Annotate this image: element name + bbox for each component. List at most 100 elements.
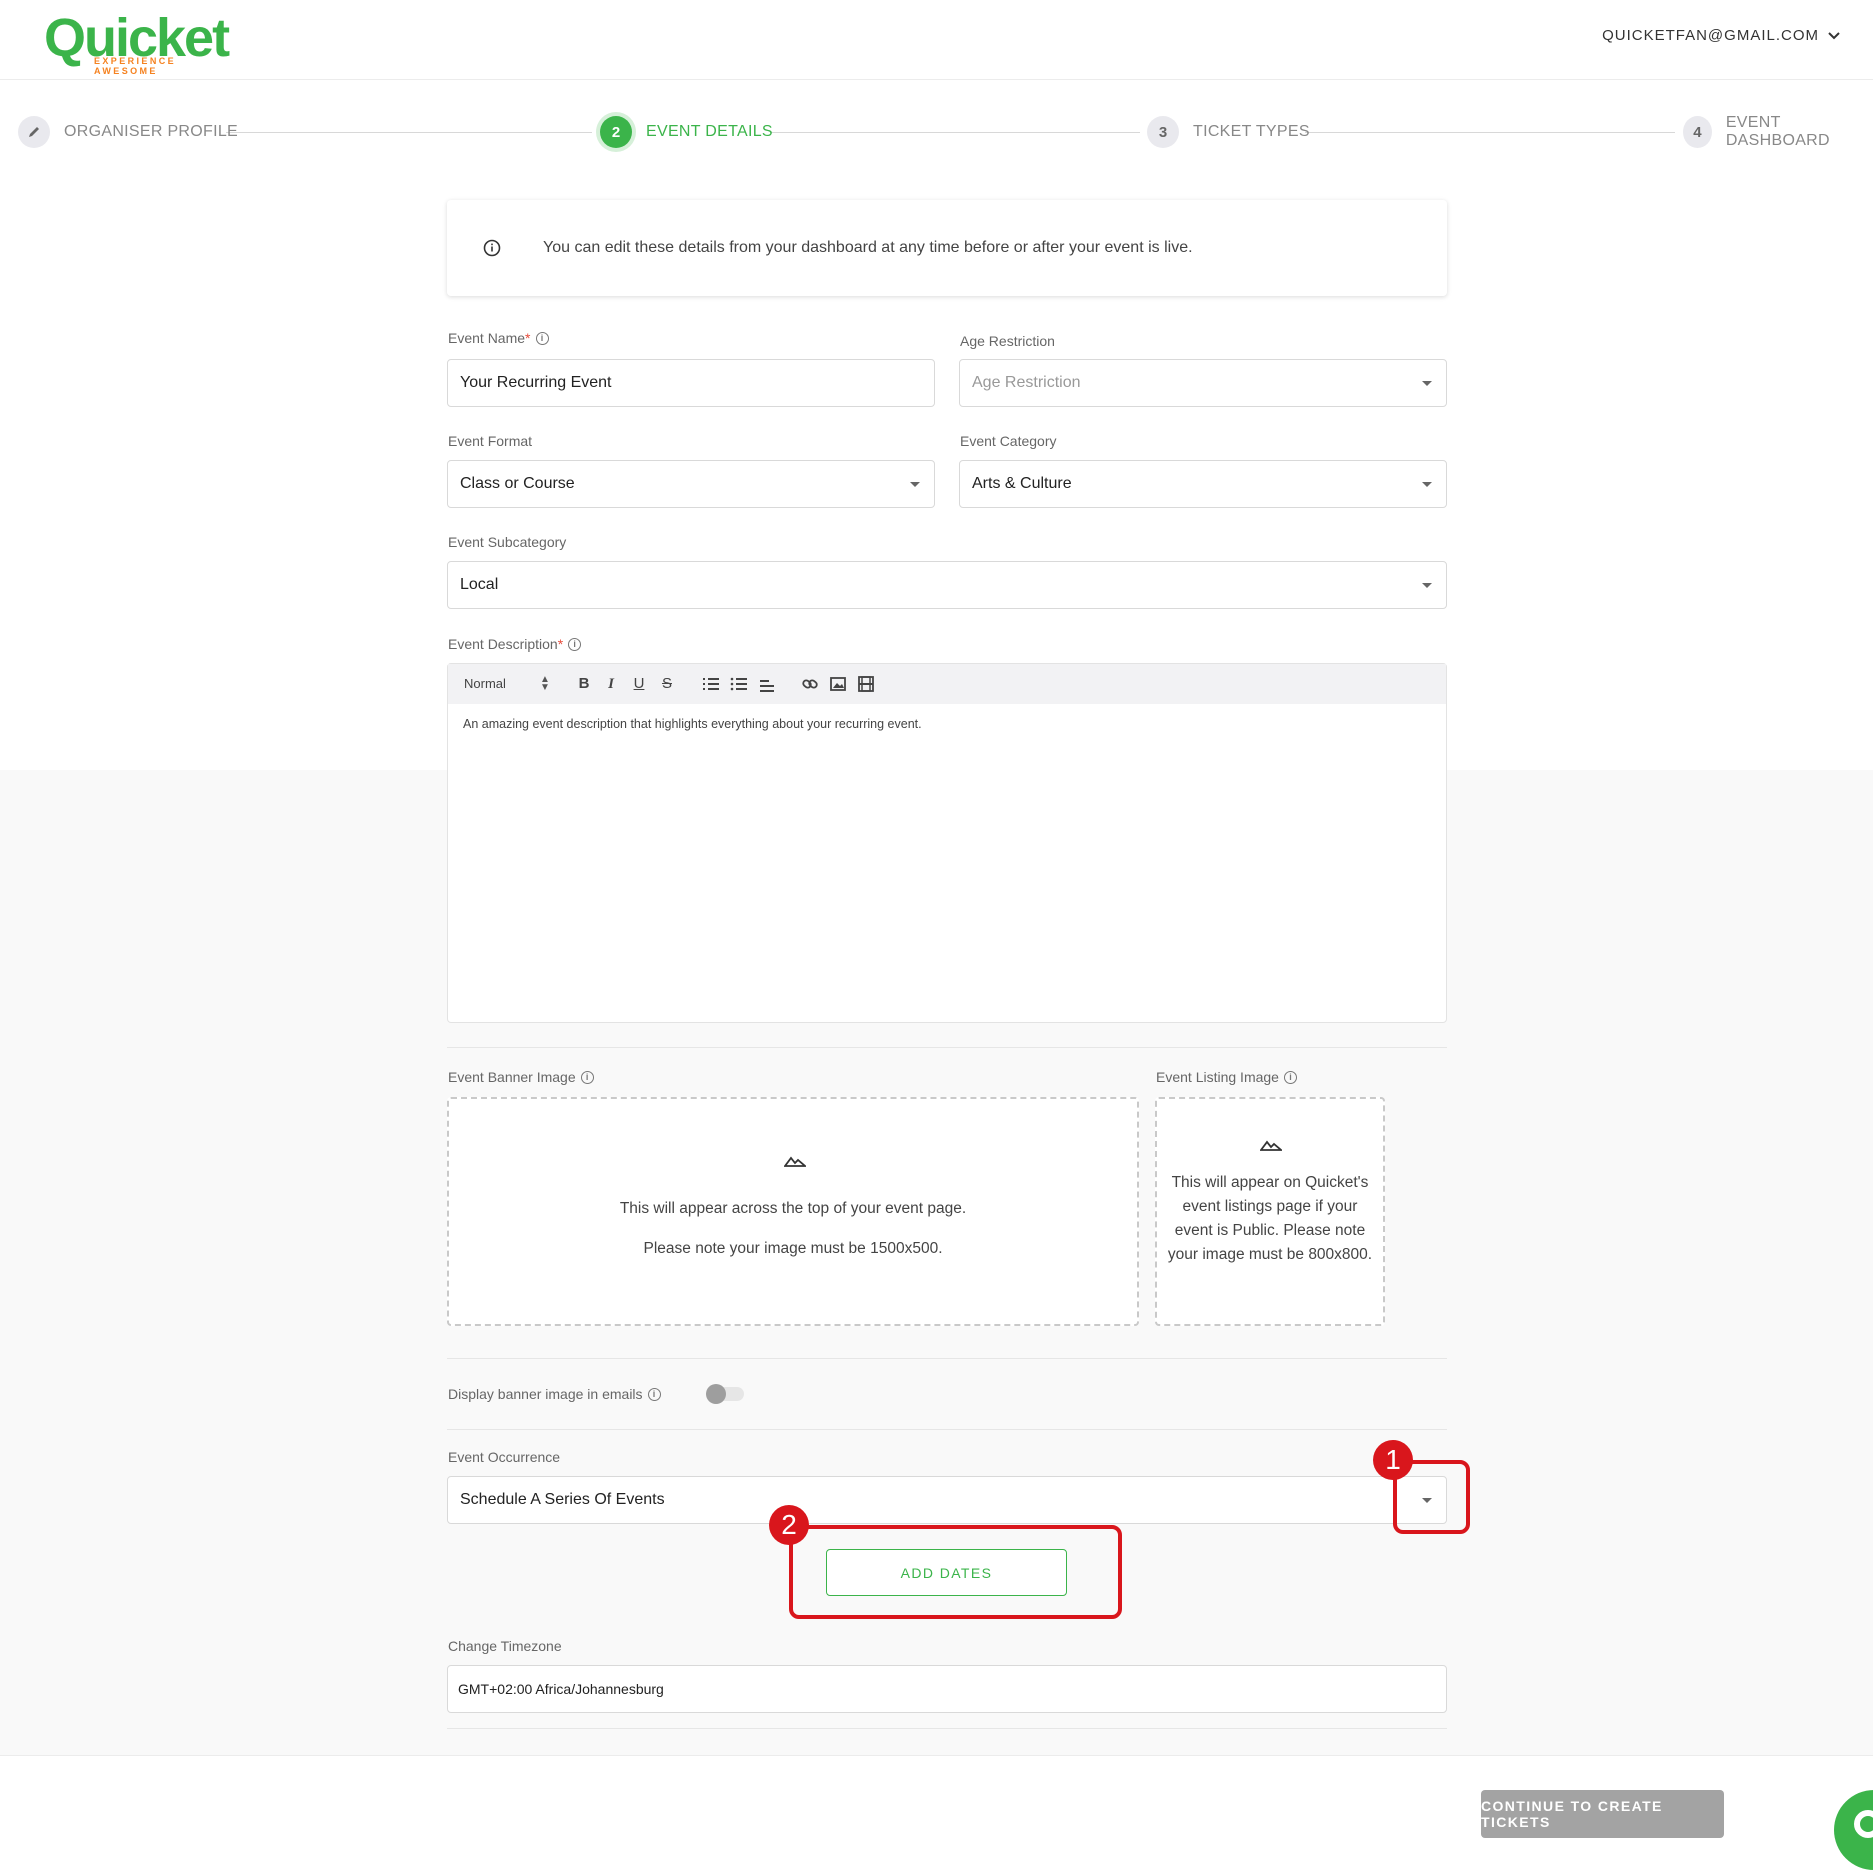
info-icon bbox=[483, 239, 501, 257]
section-divider bbox=[447, 1728, 1447, 1729]
step-ticket-types[interactable]: 3 TICKET TYPES bbox=[1147, 112, 1310, 152]
strikethrough-icon[interactable]: S bbox=[657, 674, 677, 694]
section-divider bbox=[447, 1047, 1447, 1048]
select-value: Class or Course bbox=[460, 475, 575, 492]
step-event-dashboard[interactable]: 4 EVENT DASHBOARD bbox=[1683, 112, 1873, 152]
lifebuoy-icon bbox=[1854, 1810, 1873, 1838]
event-name-input[interactable]: Your Recurring Event bbox=[447, 359, 935, 407]
video-icon[interactable] bbox=[856, 674, 876, 694]
image-icon[interactable] bbox=[828, 674, 848, 694]
description-text: An amazing event description that highli… bbox=[463, 717, 922, 731]
display-banner-label: Display banner image in emails i bbox=[448, 1386, 661, 1402]
section-divider bbox=[447, 1429, 1447, 1430]
age-restriction-select[interactable]: Age Restriction bbox=[959, 359, 1447, 407]
link-icon[interactable] bbox=[800, 674, 820, 694]
event-description-label: Event Description * i bbox=[448, 636, 582, 652]
label-text: Event Subcategory bbox=[448, 534, 567, 550]
required-mark: * bbox=[557, 636, 564, 652]
step-marker: 3 bbox=[1147, 116, 1179, 148]
info-icon[interactable]: i bbox=[1283, 1070, 1297, 1084]
annotation-box-2 bbox=[789, 1525, 1122, 1619]
mountain-image-icon bbox=[1260, 1140, 1282, 1151]
event-subcategory-select[interactable]: Local bbox=[447, 561, 1447, 609]
event-occurrence-select[interactable]: Schedule A Series Of Events bbox=[447, 1476, 1447, 1524]
toggle-knob[interactable] bbox=[706, 1384, 726, 1404]
label-text: Event Occurrence bbox=[448, 1449, 561, 1465]
event-category-label: Event Category bbox=[960, 433, 1057, 449]
ordered-list-icon[interactable] bbox=[701, 674, 721, 694]
required-mark: * bbox=[525, 330, 531, 346]
caret-down-icon bbox=[1422, 583, 1432, 588]
select-value: Arts & Culture bbox=[972, 475, 1072, 492]
align-icon[interactable] bbox=[757, 674, 777, 694]
italic-icon[interactable]: I bbox=[601, 674, 621, 694]
input-value: GMT+02:00 Africa/Johannesburg bbox=[458, 1681, 664, 1697]
info-banner: You can edit these details from your das… bbox=[447, 200, 1447, 296]
step-marker: 2 bbox=[600, 116, 632, 148]
banner-hint-line2: Please note your image must be 1500x500. bbox=[643, 1240, 943, 1257]
event-format-select[interactable]: Class or Course bbox=[447, 460, 935, 508]
event-occurrence-label: Event Occurrence bbox=[448, 1449, 560, 1465]
listing-hint: This will appear on Quicket's event list… bbox=[1167, 1174, 1373, 1263]
stepper-line bbox=[770, 132, 1140, 133]
annotation-badge-2: 2 bbox=[769, 1505, 809, 1545]
label-text: Change Timezone bbox=[448, 1638, 562, 1654]
event-subcategory-label: Event Subcategory bbox=[448, 534, 566, 550]
timezone-label: Change Timezone bbox=[448, 1638, 562, 1654]
info-text: You can edit these details from your das… bbox=[543, 239, 1193, 256]
label-text: Event Listing Image bbox=[1156, 1069, 1279, 1085]
label-text: Event Name bbox=[448, 330, 526, 346]
step-label: EVENT DETAILS bbox=[646, 123, 773, 140]
listing-image-dropzone[interactable]: This will appear on Quicket's event list… bbox=[1155, 1097, 1385, 1326]
age-restriction-label: Age Restriction bbox=[960, 333, 1055, 349]
caret-down-icon bbox=[1422, 381, 1432, 386]
header: Quicket EXPERIENCE AWESOME QUICKETFAN@GM… bbox=[0, 0, 1873, 80]
section-divider bbox=[447, 1358, 1447, 1359]
info-icon[interactable]: i bbox=[568, 637, 582, 651]
listing-image-label: Event Listing Image i bbox=[1156, 1069, 1297, 1085]
pencil-icon bbox=[29, 127, 39, 137]
banner-hint-line1: This will appear across the top of your … bbox=[619, 1200, 967, 1217]
event-category-select[interactable]: Arts & Culture bbox=[959, 460, 1447, 508]
label-text: Event Category bbox=[960, 433, 1057, 449]
annotation-badge-1: 1 bbox=[1373, 1440, 1413, 1480]
banner-image-dropzone[interactable]: This will appear across the top of your … bbox=[447, 1097, 1139, 1326]
stepper-line bbox=[1305, 132, 1675, 133]
info-icon[interactable]: i bbox=[647, 1387, 661, 1401]
label-text: Event Description bbox=[448, 636, 558, 652]
select-value: Schedule A Series Of Events bbox=[460, 1491, 665, 1508]
user-menu[interactable]: QUICKETFAN@GMAIL.COM bbox=[1602, 27, 1841, 44]
continue-to-create-tickets-button[interactable]: CONTINUE TO CREATE TICKETS bbox=[1481, 1790, 1724, 1838]
label-text: Display banner image in emails bbox=[448, 1386, 643, 1402]
step-event-details[interactable]: 2 EVENT DETAILS bbox=[600, 112, 773, 152]
event-format-label: Event Format bbox=[448, 433, 532, 449]
progress-stepper: ORGANISER PROFILE 2 EVENT DETAILS 3 TICK… bbox=[0, 112, 1873, 152]
underline-icon[interactable]: U bbox=[629, 674, 649, 694]
select-placeholder: Age Restriction bbox=[972, 374, 1081, 391]
info-icon[interactable]: i bbox=[580, 1070, 594, 1084]
input-value: Your Recurring Event bbox=[460, 374, 612, 391]
step-marker: 4 bbox=[1683, 116, 1712, 148]
event-name-label: Event Name * i bbox=[448, 330, 549, 346]
label-text: Event Banner Image bbox=[448, 1069, 576, 1085]
format-select[interactable]: Normal bbox=[464, 676, 506, 691]
step-label: ORGANISER PROFILE bbox=[64, 123, 239, 140]
step-label: EVENT DASHBOARD bbox=[1725, 114, 1830, 149]
user-email: QUICKETFAN@GMAIL.COM bbox=[1602, 27, 1819, 44]
select-value: Local bbox=[460, 576, 499, 593]
bold-icon[interactable]: B bbox=[574, 674, 594, 694]
updown-icon: ▲ ▼ bbox=[540, 674, 550, 693]
step-organiser-profile[interactable]: ORGANISER PROFILE bbox=[18, 112, 238, 152]
step-marker bbox=[18, 116, 50, 148]
event-description-editor[interactable]: Normal ▲ ▼ B I U S An amazing event descr… bbox=[447, 663, 1447, 1023]
bullet-list-icon[interactable] bbox=[729, 674, 749, 694]
label-text: Event Format bbox=[448, 433, 533, 449]
stepper-line bbox=[226, 132, 592, 133]
info-icon[interactable]: i bbox=[535, 331, 549, 345]
caret-down-icon bbox=[910, 482, 920, 487]
mountain-image-icon bbox=[784, 1156, 806, 1167]
logo-tagline: EXPERIENCE AWESOME bbox=[94, 56, 177, 76]
editor-toolbar: Normal ▲ ▼ B I U S bbox=[448, 664, 1446, 704]
timezone-input[interactable]: GMT+02:00 Africa/Johannesburg bbox=[447, 1665, 1447, 1713]
quicket-logo[interactable]: Quicket EXPERIENCE AWESOME bbox=[44, 6, 234, 76]
